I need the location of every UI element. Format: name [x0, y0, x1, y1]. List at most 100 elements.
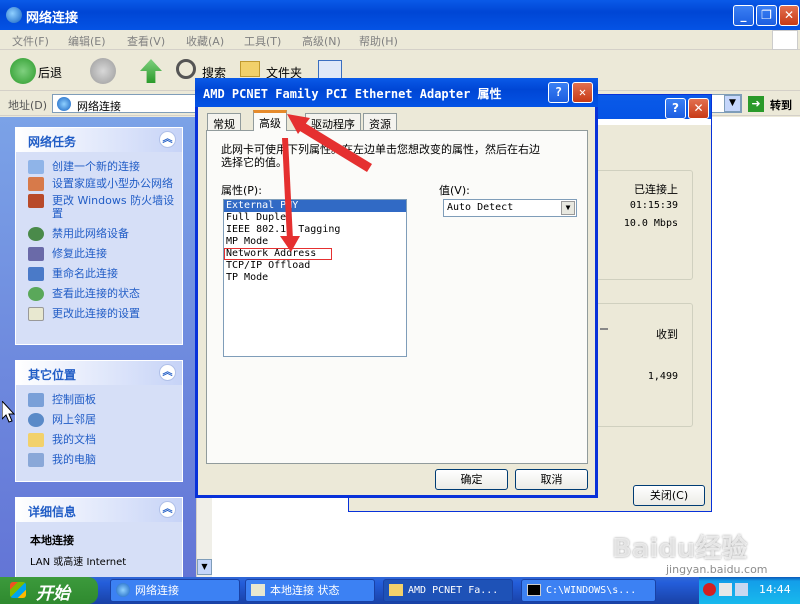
help-button[interactable]: ?: [548, 82, 569, 103]
tab-driver[interactable]: 驱动程序: [305, 113, 361, 131]
menu-file[interactable]: 文件(F): [12, 33, 49, 49]
property-listbox[interactable]: External PHY Full Duplex IEEE 802.1p Tag…: [223, 199, 407, 357]
place-my-computer[interactable]: 我的电脑: [16, 453, 182, 467]
activity-groupbox: 收到 1,499: [585, 303, 693, 427]
place-control-panel[interactable]: 控制面板: [16, 393, 182, 407]
watermark-url: jingyan.baidu.com: [666, 563, 768, 576]
folder-icon[interactable]: [240, 61, 260, 77]
taskbar-button-label: 本地连接 状态: [270, 584, 340, 597]
tab-strip: [591, 119, 711, 125]
property-item-tp-mode[interactable]: TP Mode: [224, 272, 406, 284]
task-disable-device[interactable]: 禁用此网络设备: [16, 227, 182, 241]
task-label: 创建一个新的连接: [52, 160, 140, 173]
place-my-documents[interactable]: 我的文档: [16, 433, 182, 447]
tab-general[interactable]: 常规: [207, 113, 241, 131]
taskbar-button-label: C:\WINDOWS\s...: [546, 585, 637, 596]
activity-divider: [600, 328, 608, 330]
network-icon: [116, 583, 130, 597]
property-item-external-phy[interactable]: External PHY: [224, 200, 406, 212]
go-arrow-icon[interactable]: ➜: [748, 96, 764, 112]
task-repair-connection[interactable]: 修复此连接: [16, 247, 182, 261]
properties-dialog-title: AMD PCNET Family PCI Ethernet Adapter 属性: [203, 87, 502, 101]
menu-view[interactable]: 查看(V): [127, 33, 165, 49]
security-shield-icon[interactable]: [703, 583, 716, 596]
ok-button[interactable]: 确定: [435, 469, 508, 490]
details-name: 本地连接: [30, 534, 74, 547]
task-change-settings[interactable]: 更改此连接的设置: [16, 307, 182, 321]
scroll-down-icon[interactable]: ▼: [197, 559, 212, 575]
properties-dialog-title-bar[interactable]: AMD PCNET Family PCI Ethernet Adapter 属性…: [195, 78, 598, 107]
place-label: 网上邻居: [52, 413, 96, 426]
close-button[interactable]: ✕: [572, 82, 593, 103]
task-rename-connection[interactable]: 重命名此连接: [16, 267, 182, 281]
start-button[interactable]: 开始: [0, 577, 98, 604]
my-documents-icon: [28, 433, 44, 447]
help-button[interactable]: ?: [665, 98, 686, 119]
clock: 14:44: [759, 583, 791, 596]
collapse-chevron-icon[interactable]: ︽: [159, 364, 176, 381]
rename-icon: [28, 267, 44, 281]
views-icon[interactable]: [318, 60, 342, 80]
taskbar-button-network-connections[interactable]: 网络连接: [110, 579, 240, 602]
menu-edit[interactable]: 编辑(E): [68, 33, 106, 49]
property-item-mp-mode[interactable]: MP Mode: [224, 236, 406, 248]
network-connections-icon: [6, 7, 22, 23]
network-tray-icon[interactable]: [719, 583, 732, 596]
collapse-chevron-icon[interactable]: ︽: [159, 131, 176, 148]
close-dialog-button[interactable]: 关闭(C): [633, 485, 705, 506]
up-folder-icon[interactable]: [140, 59, 162, 83]
details-description: LAN 或高速 Internet: [30, 557, 127, 568]
task-setup-home-network[interactable]: 设置家庭或小型办公网络: [16, 177, 182, 191]
maximize-button[interactable]: ❐: [756, 5, 777, 26]
property-item-network-address[interactable]: Network Address: [224, 248, 332, 260]
speaker-icon[interactable]: [735, 583, 748, 596]
minimize-button[interactable]: _: [733, 5, 754, 26]
settings-icon: [28, 307, 44, 321]
close-button[interactable]: ✕: [779, 5, 799, 26]
title-bar[interactable]: 网络连接 _ ❐ ✕: [0, 0, 800, 30]
taskbar: 开始 网络连接 本地连接 状态 AMD PCNET Fa... C:\WINDO…: [0, 577, 800, 604]
home-network-icon: [28, 177, 44, 191]
task-create-connection[interactable]: 创建一个新的连接: [16, 160, 182, 174]
back-arrow-icon[interactable]: [10, 58, 36, 84]
cancel-button[interactable]: 取消: [515, 469, 588, 490]
menu-tools[interactable]: 工具(T): [244, 33, 281, 49]
forward-arrow-icon[interactable]: [90, 58, 116, 84]
taskbar-button-adapter-properties[interactable]: AMD PCNET Fa...: [383, 579, 513, 602]
menu-help[interactable]: 帮助(H): [359, 33, 398, 49]
command-prompt-icon: [527, 584, 541, 596]
search-icon[interactable]: [176, 59, 196, 79]
tab-resources[interactable]: 资源: [363, 113, 397, 131]
close-button[interactable]: ✕: [688, 98, 709, 119]
task-label: 更改此连接的设置: [52, 307, 140, 320]
back-button-label[interactable]: 后退: [38, 64, 62, 81]
chevron-down-icon[interactable]: ▼: [561, 201, 575, 215]
property-item-ieee-tagging[interactable]: IEEE 802.1p Tagging: [224, 224, 406, 236]
collapse-chevron-icon[interactable]: ︽: [159, 501, 176, 518]
address-value: 网络连接: [77, 100, 121, 113]
network-status-icon: [251, 584, 265, 596]
description-text: 此网卡可使用下列属性。在左边单击您想改变的属性，然后在右边选择它的值。: [221, 143, 540, 169]
other-places-header[interactable]: 其它位置 ︽: [16, 361, 182, 385]
place-label: 控制面板: [52, 393, 96, 406]
mouse-cursor-icon: [2, 401, 16, 423]
address-dropdown-icon[interactable]: ▼: [724, 95, 741, 112]
task-label: 设置家庭或小型办公网络: [52, 177, 173, 190]
duration-value: 01:15:39: [629, 200, 678, 211]
property-item-full-duplex[interactable]: Full Duplex: [224, 212, 406, 224]
taskbar-button-command-prompt[interactable]: C:\WINDOWS\s...: [521, 579, 656, 602]
menu-favorites[interactable]: 收藏(A): [186, 33, 224, 49]
details-header[interactable]: 详细信息 ︽: [16, 498, 182, 522]
go-button-label[interactable]: 转到: [770, 97, 792, 113]
network-tasks-header[interactable]: 网络任务 ︽: [16, 128, 182, 152]
new-connection-icon: [28, 160, 44, 174]
value-dropdown[interactable]: Auto Detect ▼: [443, 199, 577, 217]
task-change-firewall[interactable]: 更改 Windows 防火墙设置: [16, 194, 182, 220]
details-title: 详细信息: [28, 505, 77, 519]
place-network-places[interactable]: 网上邻居: [16, 413, 182, 427]
tab-advanced[interactable]: 高级: [253, 110, 287, 131]
menu-advanced[interactable]: 高级(N): [302, 33, 341, 49]
property-item-tcpip-offload[interactable]: TCP/IP Offload: [224, 260, 406, 272]
taskbar-button-connection-status[interactable]: 本地连接 状态: [245, 579, 375, 602]
task-view-status[interactable]: 查看此连接的状态: [16, 287, 182, 301]
